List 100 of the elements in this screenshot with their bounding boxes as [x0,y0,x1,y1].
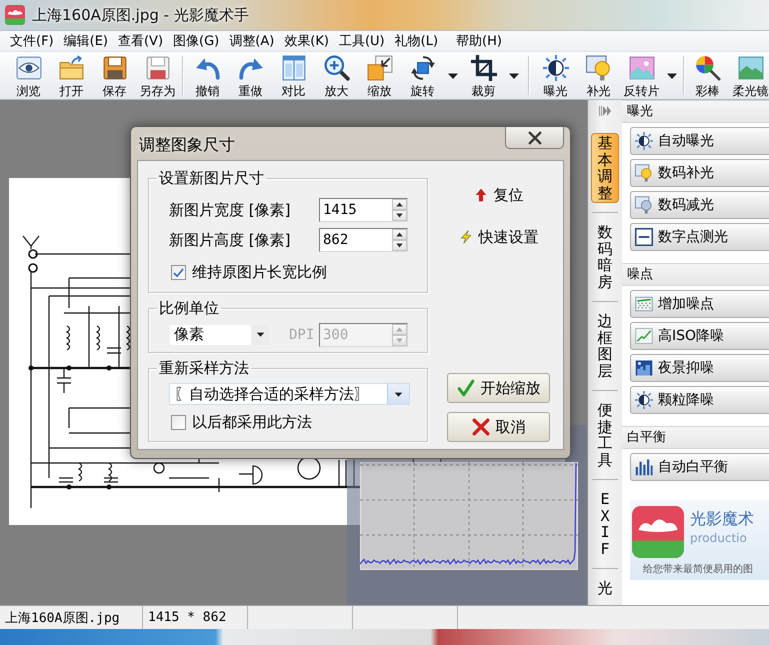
collapse-arrows-icon [599,105,611,117]
window-title: 上海160A原图.jpg - 光影魔术手 [32,6,249,24]
group-title: 重新采样方法 [158,359,250,377]
menu-item[interactable]: 图像(G) [168,31,224,51]
toolbar-button[interactable]: 打开 [50,52,93,99]
toolbar-button[interactable]: 彩棒 [686,52,729,99]
tool-button[interactable]: 颗粒降噪 [630,386,769,414]
toolbar-button[interactable]: 曝光 [534,52,577,99]
number-input[interactable]: 1415 [319,198,408,222]
menu-item[interactable]: 调整(A) [224,31,280,51]
half-sun-icon [542,55,568,81]
up-triangle-icon [396,326,403,332]
caret-icon [394,390,403,398]
close-button[interactable] [505,127,564,149]
menu-item[interactable]: 帮助(H) [451,31,507,51]
side-tab[interactable]: 边框图层 [591,311,619,381]
spin-down-button[interactable] [392,240,407,251]
field-label: 新图片高度 [像素] [169,230,292,250]
checkmark-icon [456,379,474,397]
tool-button[interactable]: 数码补光 [630,159,769,187]
tool-button[interactable]: 数码减光 [630,191,769,219]
toolbar-button[interactable]: 裁剪 [462,52,505,99]
menu-item[interactable]: 效果(K) [279,31,334,51]
side-tab[interactable]: 便捷工具 [591,400,619,470]
split-view-icon [280,55,306,81]
toolbar-button[interactable]: 补光 [577,52,620,99]
tool-button[interactable]: 自动曝光 [630,127,769,155]
down-triangle-icon [396,212,403,219]
spin-down-button[interactable] [392,210,407,221]
half-sun-icon [635,132,653,150]
unit-select[interactable]: 像素 [170,324,269,344]
down-triangle-icon [396,336,403,344]
cross-icon [472,418,490,436]
tick-icon [173,266,184,278]
checkbox[interactable] [171,264,186,280]
color-wand-icon [694,55,720,81]
reset-link[interactable]: 复位 [474,184,524,206]
half-sun-icon [635,391,653,409]
side-tab[interactable]: 基本调整 [591,133,619,203]
folder-icon [58,55,84,81]
promo-subtitle: productio [690,530,748,546]
field-label: 新图片宽度 [像素] [169,200,292,220]
toolbar-button[interactable]: 另存为 [136,52,179,99]
group-title: 比例单位 [158,299,220,317]
number-input[interactable]: 862 [319,228,408,252]
toolbar-button[interactable]: 柔光镜 [729,52,769,99]
app-logo-icon [5,5,25,25]
tool-button[interactable]: 增加噪点 [630,290,769,318]
tool-button[interactable]: 高ISO降噪 [630,322,769,350]
app-logo-icon [632,506,684,558]
section-header: 白平衡 [622,426,769,449]
toolbar-button[interactable]: 缩放 [358,52,401,99]
menu-item[interactable]: 查看(V) [112,31,168,51]
checkbox-label: 以后都采用此方法 [192,412,312,432]
toolbar-button[interactable]: 对比 [272,52,315,99]
promo-title: 光影魔术 [690,508,755,530]
side-tab[interactable]: 数码暗房 [591,222,619,292]
dialog-title: 调整图象尺寸 [139,135,235,156]
up-triangle-icon [396,231,403,238]
spin-up-button[interactable] [392,199,407,210]
tool-button[interactable]: 自动白平衡 [630,453,769,481]
checkbox-label: 维持原图片长宽比例 [192,262,327,282]
bar-chart-icon [635,458,653,476]
rotate-icon [410,55,436,81]
menu-item[interactable]: 文件(F) [5,31,59,51]
cancel-button[interactable]: 取消 [447,412,550,442]
checkbox[interactable] [171,414,186,430]
caret-icon [256,330,264,339]
noise-chart-icon [635,295,653,313]
night-city-icon [635,359,653,377]
toolbar-button[interactable]: 放大 [315,52,358,99]
crop-icon [470,55,496,81]
side-tab[interactable]: 光 [591,578,619,598]
light-bulb-icon [586,55,612,81]
side-tab[interactable]: EXIF [591,489,619,559]
light-bulb-icon [635,164,653,182]
method-select[interactable]: 〖自动选择合适的采样方法〗 [169,383,410,405]
start-resize-button[interactable]: 开始缩放 [447,373,550,403]
quick-settings-link[interactable]: 快速设置 [458,226,538,248]
eye-icon [16,55,42,81]
section-header: 曝光 [622,100,769,123]
spin-up-button[interactable] [392,229,407,240]
up-triangle-icon [396,201,403,208]
tool-button[interactable]: 数字点测光 [630,223,769,251]
zoom-in-icon [324,55,350,81]
toolbar-button[interactable]: 重做 [229,52,272,99]
line-chart-icon [635,327,653,345]
toolbar-button[interactable]: 保存 [93,52,136,99]
toolbar-button[interactable]: 旋转 [401,52,444,99]
menu-item[interactable]: 编辑(E) [58,31,113,51]
toolbar-button[interactable]: 浏览 [7,52,50,99]
promo-tagline: 给您带来最简便易用的图 [642,562,754,576]
menu-item[interactable]: 工具(U) [334,31,390,51]
landscape-icon [738,55,764,81]
light-bulb-icon [635,196,653,214]
menu-item[interactable]: 礼物(L) [390,31,444,51]
dpi-label: DPI [289,326,316,342]
toolbar-button[interactable]: 撤销 [186,52,229,99]
tool-button[interactable]: 夜景抑噪 [630,354,769,382]
toolbar-button[interactable]: 反转片 [620,52,663,99]
